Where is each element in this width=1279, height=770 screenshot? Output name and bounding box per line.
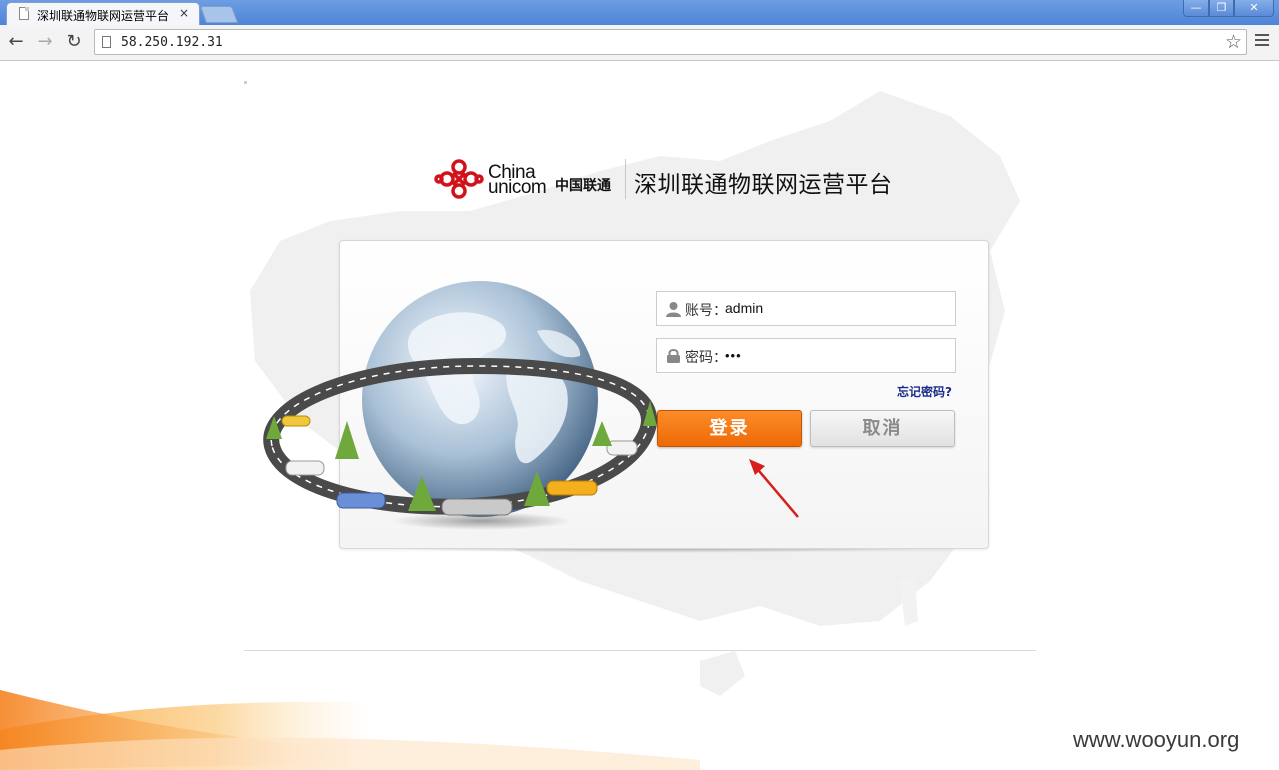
bookmark-star-icon[interactable]: ☆ (1225, 31, 1242, 53)
minimize-button[interactable]: — (1183, 0, 1209, 17)
watermark-text: www.wooyun.org (1073, 727, 1240, 752)
page-content: China unicom 中国联通 深圳联通物联网运营平台 账号： admin … (0, 61, 1279, 770)
browser-tab-strip: 深圳联通物联网运营平台 × — ❐ ✕ (0, 0, 1279, 25)
logo-text-cn: 中国联通 (555, 178, 611, 194)
password-input[interactable] (725, 344, 945, 366)
back-icon[interactable]: ← (5, 31, 27, 53)
username-input[interactable] (725, 297, 945, 319)
lock-icon (667, 349, 680, 363)
username-label: 账号： (685, 303, 727, 319)
cancel-button[interactable]: 取消 (810, 410, 955, 447)
password-label: 密码： (685, 350, 727, 366)
close-window-button[interactable]: ✕ (1234, 0, 1274, 17)
page-icon (19, 7, 29, 20)
address-bar[interactable]: 58.250.192.31 ☆ (94, 29, 1247, 55)
footer-divider (244, 650, 1036, 651)
forgot-password-link[interactable]: 忘记密码? (897, 383, 952, 400)
globe-illustration (263, 281, 657, 530)
restore-button[interactable]: ❐ (1209, 0, 1234, 17)
logo-text-unicom: unicom (488, 177, 547, 198)
tab-title: 深圳联通物联网运营平台 (37, 9, 170, 23)
brand-divider (625, 159, 626, 199)
address-url[interactable]: 58.250.192.31 (121, 35, 223, 50)
close-tab-icon[interactable]: × (179, 6, 189, 20)
platform-title: 深圳联通物联网运营平台 (634, 172, 893, 198)
password-field[interactable]: 密码： (656, 338, 956, 373)
new-tab-button[interactable] (199, 6, 239, 23)
forward-icon[interactable]: → (34, 31, 56, 53)
username-field[interactable]: 账号： (656, 291, 956, 326)
browser-tab[interactable]: 深圳联通物联网运营平台 × (6, 2, 200, 25)
decorative-dot (244, 81, 247, 84)
china-unicom-logo-icon (434, 159, 484, 199)
menu-icon[interactable] (1255, 34, 1269, 50)
annotation-arrow-icon (749, 459, 799, 518)
reload-icon[interactable]: ↻ (63, 31, 85, 53)
browser-toolbar: ← → ↻ 58.250.192.31 ☆ (0, 25, 1279, 61)
page-icon (102, 36, 111, 48)
login-button[interactable]: 登录 (657, 410, 802, 447)
user-icon (666, 302, 681, 317)
